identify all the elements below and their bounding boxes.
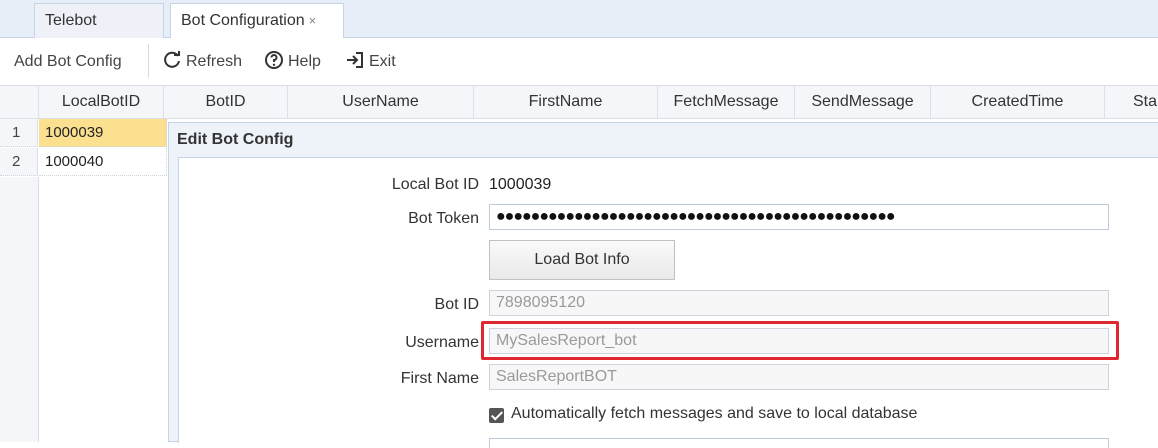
bot-id-label: Bot ID — [434, 296, 479, 313]
refresh-button[interactable]: Refresh — [162, 50, 242, 74]
edit-bot-config-dialog: Edit Bot Config Local Bot ID 1000039 Bot… — [168, 122, 1158, 448]
help-button[interactable]: Help — [264, 50, 321, 74]
username-highlight-box — [481, 321, 1119, 360]
refresh-icon — [164, 50, 180, 68]
tab-telebot-manager[interactable]: Telebot Manager — [34, 3, 164, 62]
exit-button[interactable]: Exit — [345, 50, 396, 74]
local-bot-id-value: 1000039 — [489, 176, 552, 193]
help-icon — [265, 50, 283, 69]
toolbar-separator — [148, 44, 149, 78]
exit-icon — [347, 51, 363, 68]
column-botid[interactable]: BotID — [164, 86, 288, 118]
column-username[interactable]: UserName — [288, 86, 474, 118]
cell-localbotid[interactable]: 1000040 — [39, 148, 167, 176]
dialog-title: Edit Bot Config — [177, 131, 294, 148]
column-status[interactable]: Sta — [1105, 86, 1158, 118]
load-bot-info-button[interactable]: Load Bot Info — [489, 240, 675, 280]
cell-localbotid[interactable]: 1000039 — [39, 119, 167, 147]
column-sendmessage[interactable]: SendMessage — [795, 86, 931, 118]
column-firstname[interactable]: FirstName — [474, 86, 658, 118]
tab-label: Bot Configuration — [181, 12, 305, 29]
refresh-label: Refresh — [186, 53, 243, 70]
add-bot-config-button[interactable]: Add Bot Config — [14, 50, 122, 74]
column-fetchmessage[interactable]: FetchMessage — [658, 86, 795, 118]
row-number: 1 — [0, 119, 38, 147]
username-label: Username — [405, 334, 479, 351]
exit-label: Exit — [369, 53, 396, 70]
row-number-header — [0, 86, 39, 118]
auto-fetch-checkbox[interactable] — [489, 408, 504, 423]
local-bot-id-label: Local Bot ID — [391, 176, 479, 193]
column-createdtime[interactable]: CreatedTime — [931, 86, 1105, 118]
add-bot-config-label: Add Bot Config — [14, 53, 122, 70]
auto-fetch-label[interactable]: Automatically fetch messages and save to… — [511, 405, 917, 423]
grid-header: LocalBotID BotID UserName FirstName Fetc… — [0, 85, 1158, 119]
row-number: 2 — [0, 148, 38, 176]
dialog-body: Local Bot ID 1000039 Bot Token ●●●●●●●●●… — [178, 157, 1158, 448]
help-label: Help — [288, 53, 321, 70]
first-name-label: First Name — [400, 370, 479, 387]
toolbar: Add Bot Config Refresh Help Exit — [0, 38, 1158, 85]
row-number-gutter — [0, 177, 39, 442]
column-localbotid[interactable]: LocalBotID — [39, 86, 164, 118]
next-field-partial[interactable] — [489, 438, 1109, 448]
bot-id-field — [489, 290, 1109, 316]
tab-strip: Telebot Manager Bot Configuration × — [0, 0, 1158, 62]
close-icon[interactable]: × — [309, 13, 317, 28]
table-row[interactable]: 1 1000039 — [0, 119, 170, 147]
bot-token-label: Bot Token — [408, 210, 479, 227]
bot-token-value: ●●●●●●●●●●●●●●●●●●●●●●●●●●●●●●●●●●●●●●●●… — [496, 208, 896, 225]
bot-token-input[interactable]: ●●●●●●●●●●●●●●●●●●●●●●●●●●●●●●●●●●●●●●●●… — [489, 204, 1109, 230]
first-name-field — [489, 364, 1109, 390]
table-row[interactable]: 2 1000040 — [0, 148, 170, 176]
tab-bot-configuration[interactable]: Bot Configuration × — [170, 3, 344, 39]
